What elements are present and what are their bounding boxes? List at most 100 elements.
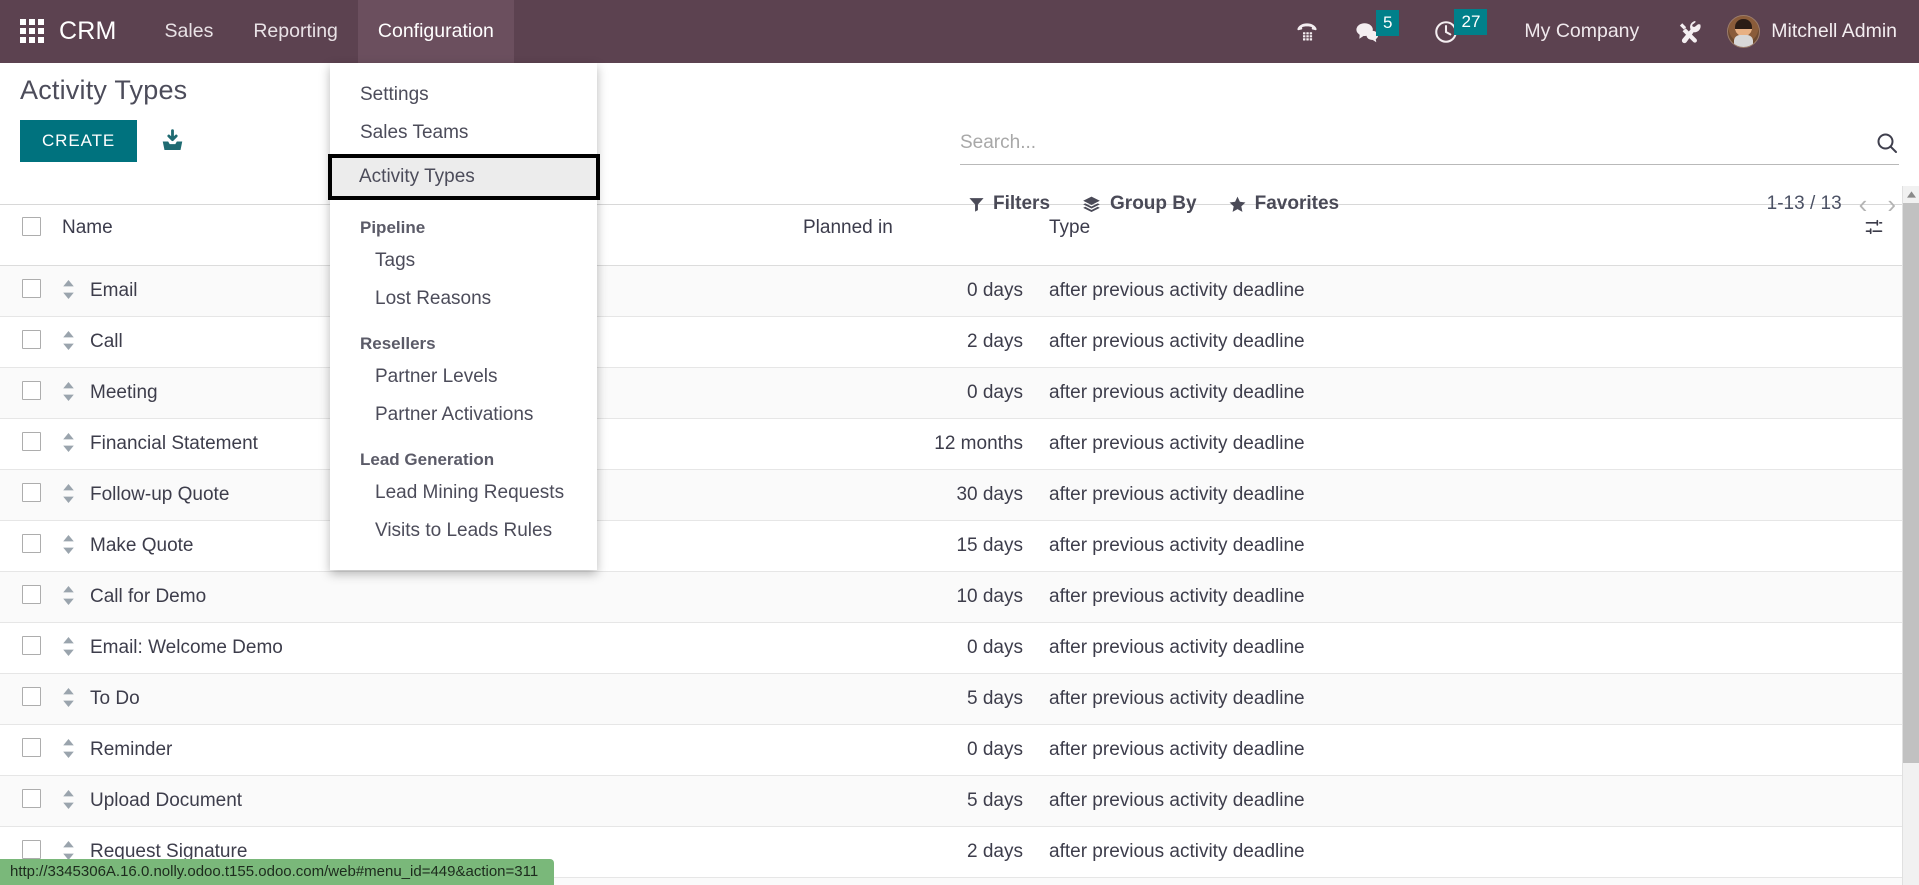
dropdown-item-partner-activations[interactable]: Partner Activations	[330, 396, 597, 434]
drag-handle-icon[interactable]	[62, 586, 75, 608]
table-row[interactable]: Make Quote 15 days after previous activity…	[0, 520, 1903, 572]
cell-type[interactable]: after previous activity deadline	[1023, 622, 1863, 674]
row-checkbox[interactable]	[22, 635, 41, 655]
row-checkbox[interactable]	[22, 278, 41, 298]
table-row[interactable]: Call 2 days after previous activity deadli…	[0, 316, 1903, 368]
cell-type[interactable]: after previous activity deadline	[1023, 877, 1863, 885]
group-by-dropdown[interactable]: Group By	[1081, 193, 1197, 215]
table-row[interactable]: Call for Demo 10 days after previous activ…	[0, 571, 1903, 623]
cell-default-summary[interactable]	[375, 724, 803, 776]
dropdown-item-activity-types[interactable]: Activity Types	[328, 154, 600, 200]
cell-name[interactable]: Call for Demo	[62, 571, 375, 623]
drag-handle-icon[interactable]	[62, 688, 75, 710]
chevron-left-icon[interactable]: ‹	[1856, 191, 1871, 217]
select-all-header[interactable]	[0, 205, 62, 266]
cell-name[interactable]: Follow-up Quote	[62, 469, 375, 521]
cell-default-summary[interactable]	[375, 673, 803, 725]
cell-planned-in[interactable]: 2 days	[803, 826, 1023, 878]
cell-type[interactable]: after previous activity deadline	[1023, 469, 1863, 521]
row-checkbox[interactable]	[22, 686, 41, 706]
row-select-cell[interactable]	[0, 571, 62, 623]
cell-default-summary[interactable]	[375, 775, 803, 827]
menu-configuration[interactable]: Configuration	[357, 0, 514, 63]
cell-type[interactable]: after previous activity deadline	[1023, 520, 1863, 572]
drag-handle-icon[interactable]	[62, 739, 75, 761]
cell-name[interactable]: Email	[62, 265, 375, 317]
app-brand-crm[interactable]: CRM	[59, 17, 117, 46]
messages-menu[interactable]: 5	[1337, 9, 1416, 44]
company-switcher[interactable]: My Company	[1504, 20, 1659, 43]
row-checkbox[interactable]	[22, 431, 41, 451]
cell-default-summary[interactable]	[375, 622, 803, 674]
cell-name[interactable]: Meeting	[62, 367, 375, 419]
cell-name[interactable]: Financial Statement	[62, 418, 375, 470]
cell-name[interactable]: To Do	[62, 673, 375, 725]
table-row[interactable]: Email 0 days after previous activity deadl…	[0, 265, 1903, 317]
dropdown-item-tags[interactable]: Tags	[330, 242, 597, 280]
row-select-cell[interactable]	[0, 265, 62, 317]
row-select-cell[interactable]	[0, 673, 62, 725]
import-download-icon[interactable]	[159, 128, 186, 154]
cell-type[interactable]: after previous activity deadline	[1023, 673, 1863, 725]
table-row[interactable]: Follow-up Quote 30 days after previous act…	[0, 469, 1903, 521]
search-magnifier-icon[interactable]	[1867, 131, 1899, 155]
drag-handle-icon[interactable]	[62, 280, 75, 302]
row-select-cell[interactable]	[0, 775, 62, 827]
create-button[interactable]: CREATE	[20, 120, 138, 162]
cell-planned-in[interactable]: 5 days	[803, 673, 1023, 725]
drag-handle-icon[interactable]	[62, 637, 75, 659]
row-select-cell[interactable]	[0, 622, 62, 674]
activities-menu[interactable]: 27	[1416, 8, 1504, 45]
table-row[interactable]: Financial Statement 12 months after previo…	[0, 418, 1903, 470]
drag-handle-icon[interactable]	[62, 535, 75, 557]
drag-handle-icon[interactable]	[62, 484, 75, 506]
row-select-cell[interactable]	[0, 418, 62, 470]
row-checkbox[interactable]	[22, 584, 41, 604]
cell-planned-in[interactable]: 10 days	[803, 571, 1023, 623]
chevron-right-icon[interactable]: ›	[1884, 191, 1899, 217]
apps-grid-icon[interactable]	[20, 18, 46, 45]
favorites-dropdown[interactable]: Favorites	[1228, 193, 1339, 215]
filters-dropdown[interactable]: Filters	[968, 193, 1050, 215]
cell-name[interactable]: Upload Document	[62, 775, 375, 827]
dropdown-item-visits-to-leads-rules[interactable]: Visits to Leads Rules	[330, 512, 597, 550]
cell-type[interactable]: after previous activity deadline	[1023, 724, 1863, 776]
cell-name[interactable]: Reminder	[62, 724, 375, 776]
search-bar[interactable]	[960, 131, 1899, 165]
table-row[interactable]: Meeting 0 days after previous activity dea…	[0, 367, 1903, 419]
cell-name[interactable]: Email: Welcome Demo	[62, 622, 375, 674]
cell-planned-in[interactable]: 5 days	[803, 775, 1023, 827]
cell-type[interactable]: after previous activity deadline	[1023, 571, 1863, 623]
cell-name[interactable]: Call	[62, 316, 375, 368]
row-select-cell[interactable]	[0, 316, 62, 368]
cell-planned-in[interactable]: 0 days	[803, 877, 1023, 885]
row-checkbox[interactable]	[22, 533, 41, 553]
cell-planned-in[interactable]: 0 days	[803, 724, 1023, 776]
cell-planned-in[interactable]: 2 days	[803, 316, 1023, 368]
dropdown-item-lead-mining-requests[interactable]: Lead Mining Requests	[330, 474, 597, 512]
user-menu[interactable]: Mitchell Admin	[1719, 15, 1897, 48]
dropdown-item-sales-teams[interactable]: Sales Teams	[330, 114, 597, 152]
cell-type[interactable]: after previous activity deadline	[1023, 265, 1863, 317]
table-row[interactable]: To Do 5 days after previous activity deadl…	[0, 673, 1903, 725]
dropdown-item-lost-reasons[interactable]: Lost Reasons	[330, 280, 597, 318]
row-select-cell[interactable]	[0, 469, 62, 521]
menu-sales[interactable]: Sales	[145, 0, 234, 63]
drag-handle-icon[interactable]	[62, 790, 75, 812]
wrench-screwdriver-icon[interactable]	[1659, 18, 1719, 46]
cell-planned-in[interactable]: 15 days	[803, 520, 1023, 572]
cell-type[interactable]: after previous activity deadline	[1023, 775, 1863, 827]
row-checkbox[interactable]	[22, 839, 41, 859]
row-select-cell[interactable]	[0, 724, 62, 776]
select-all-checkbox[interactable]	[22, 217, 41, 236]
drag-handle-icon[interactable]	[62, 433, 75, 455]
col-header-name[interactable]: Name	[62, 205, 375, 266]
search-input[interactable]	[960, 132, 1867, 154]
row-checkbox[interactable]	[22, 380, 41, 400]
cell-planned-in[interactable]: 30 days	[803, 469, 1023, 521]
cell-type[interactable]: after previous activity deadline	[1023, 826, 1863, 878]
cell-planned-in[interactable]: 12 months	[803, 418, 1023, 470]
cell-type[interactable]: after previous activity deadline	[1023, 316, 1863, 368]
row-checkbox[interactable]	[22, 482, 41, 502]
row-checkbox[interactable]	[22, 329, 41, 349]
